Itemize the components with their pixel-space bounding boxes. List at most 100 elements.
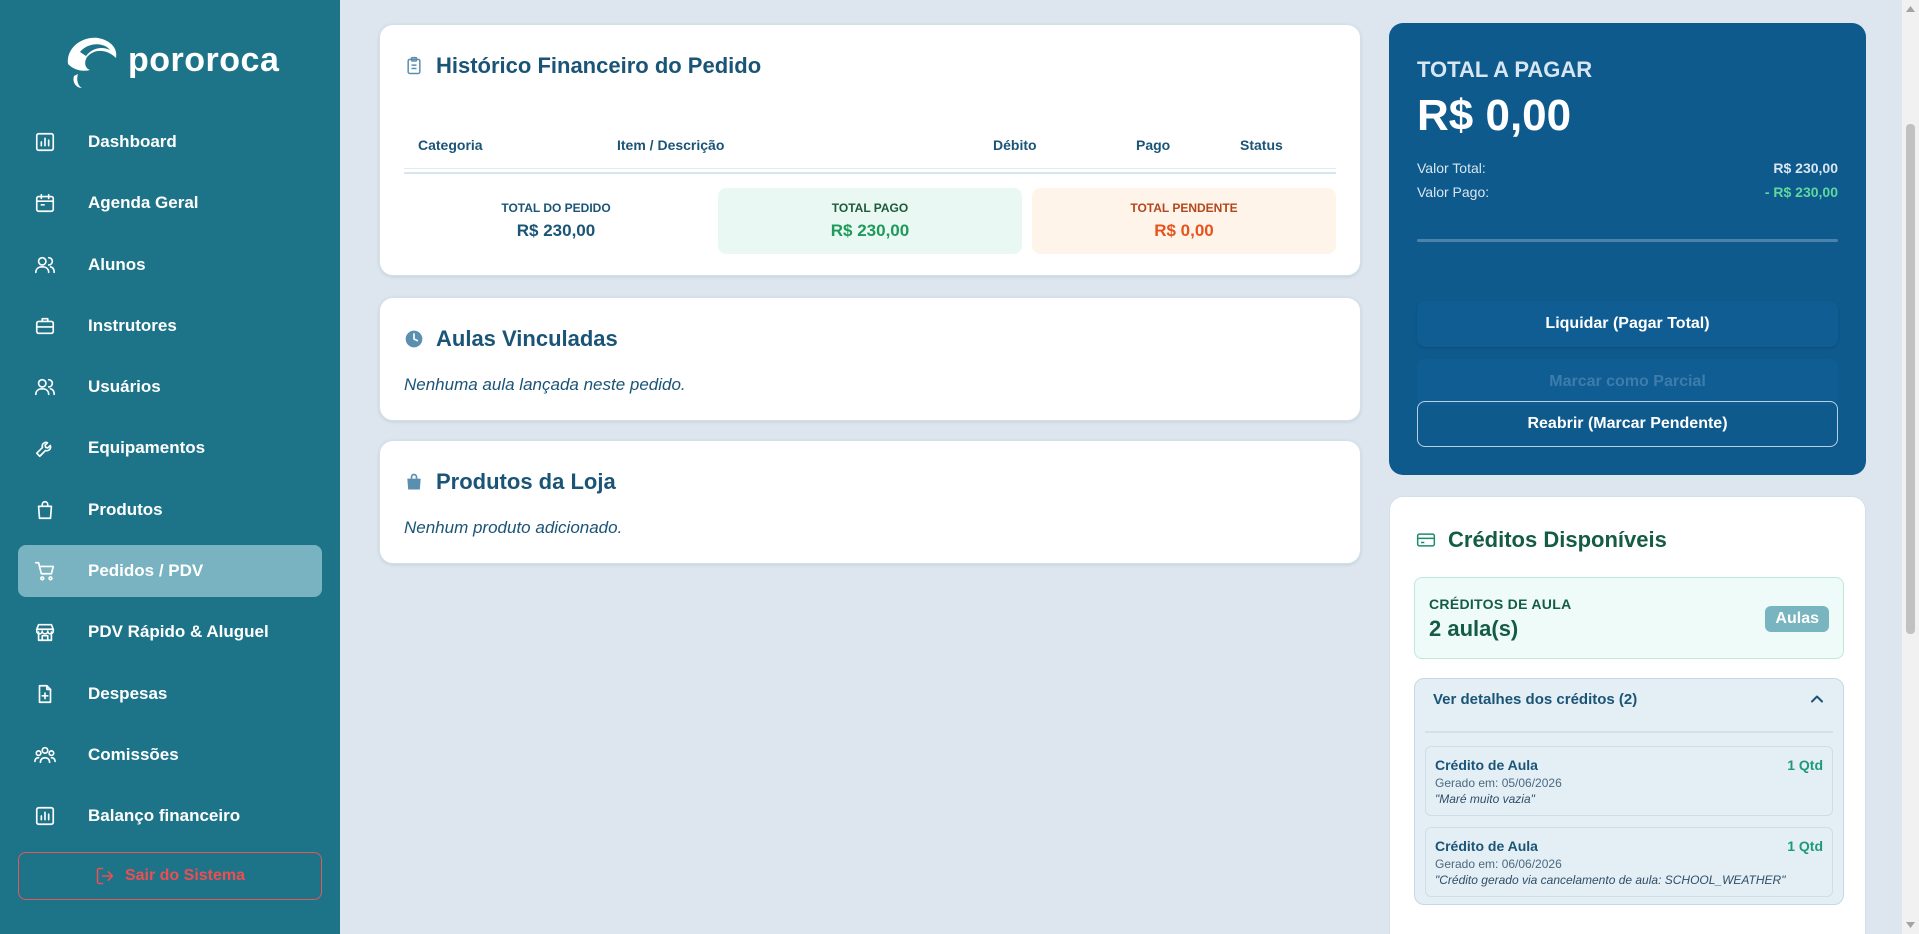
store-products-header: Produtos da Loja [404,469,616,495]
total-order-box: TOTAL DO PEDIDO R$ 230,00 [404,188,708,254]
total-value: R$ 230,00 [1773,160,1838,176]
divider [1425,731,1833,733]
divider [404,172,1336,174]
credit-item-qty: 1 Qtd [1787,757,1823,773]
column-header-item[interactable]: Item / Descrição [617,137,724,153]
file-plus-icon [32,681,58,707]
store-products-title: Produtos da Loja [436,469,616,494]
sidebar-item-despesas[interactable]: Despesas [18,668,322,720]
total-value-label: Valor Total: [1417,160,1486,176]
total-pending-box: TOTAL PENDENTE R$ 0,00 [1032,188,1336,254]
class-credits-summary: CRÉDITOS DE AULA 2 aula(s) Aulas [1414,577,1844,659]
cart-icon [32,558,58,584]
sidebar-item-balanco[interactable]: Balanço financeiro [18,790,322,842]
scroll-down-arrow-icon[interactable] [1905,920,1916,930]
credit-item: Crédito de Aula 1 Qtd Gerado em: 06/06/2… [1425,827,1833,897]
group-icon [32,742,58,768]
sidebar-item-label: Equipamentos [88,438,206,458]
class-credits-badge: Aulas [1765,606,1829,632]
chevron-up-icon[interactable] [1807,689,1827,709]
reopen-button[interactable]: Reabrir (Marcar Pendente) [1417,401,1838,447]
sidebar-item-comissoes[interactable]: Comissões [18,729,322,781]
credit-item-note: "Crédito gerado via cancelamento de aula… [1435,873,1786,887]
sidebar-item-label: Instrutores [88,315,177,335]
divider [1417,239,1838,242]
clock-icon [405,330,423,348]
sidebar-item-label: Usuários [88,377,161,397]
column-header-status[interactable]: Status [1240,137,1283,153]
logout-button[interactable]: Sair do Sistema [18,852,322,900]
available-credits-card: Créditos Disponíveis CRÉDITOS DE AULA 2 … [1389,496,1866,934]
total-paid-box: TOTAL PAGO R$ 230,00 [718,188,1022,254]
paid-value-label: Valor Pago: [1417,184,1490,200]
sidebar-item-produtos[interactable]: Produtos [18,484,322,536]
credit-item: Crédito de Aula 1 Qtd Gerado em: 05/06/2… [1425,746,1833,816]
sidebar-item-alunos[interactable]: Alunos [18,239,322,291]
payment-panel: TOTAL A PAGAR R$ 0,00 Valor Total: R$ 23… [1389,23,1866,475]
total-order-label: TOTAL DO PEDIDO [501,201,611,215]
credit-details-panel: Ver detalhes dos créditos (2) Crédito de… [1414,678,1844,905]
linked-classes-empty: Nenhuma aula lançada neste pedido. [404,375,686,394]
credit-details-toggle[interactable]: Ver detalhes dos créditos (2) [1433,691,1637,708]
sidebar-item-label: Comissões [88,744,179,764]
financial-history-title: Histórico Financeiro do Pedido [436,53,762,78]
total-order-value: R$ 230,00 [516,221,596,240]
sidebar-item-label: Balanço financeiro [88,806,241,826]
credit-item-date: Gerado em: 05/06/2026 [1435,776,1562,790]
sidebar-item-label: Agenda Geral [88,193,199,213]
sidebar-item-label: Alunos [88,254,146,274]
class-credits-label: CRÉDITOS DE AULA [1429,596,1572,612]
page-scrollbar[interactable] [1902,0,1919,934]
column-header-debito[interactable]: Débito [993,137,1037,153]
brand-logo[interactable]: pororoca [60,30,279,90]
class-credits-value: 2 aula(s) [1429,616,1519,641]
sidebar-item-label: Pedidos / PDV [88,561,204,581]
totals-row: TOTAL DO PEDIDO R$ 230,00 TOTAL PAGO R$ … [404,188,1336,254]
linked-classes-card: Aulas Vinculadas Nenhuma aula lançada ne… [379,297,1361,421]
credit-item-note: "Maré muito vazia" [1435,792,1535,806]
sidebar-item-instrutores[interactable]: Instrutores [18,300,322,352]
paid-value-row: Valor Pago: - R$ 230,00 [1417,184,1838,200]
store-products-card: Produtos da Loja Nenhum produto adiciona… [379,440,1361,564]
sidebar-item-usuarios[interactable]: Usuários [18,361,322,413]
total-pending-value: R$ 0,00 [1154,221,1214,240]
logout-icon [96,867,114,885]
chart-bars-icon [32,129,58,155]
store-products-empty: Nenhum produto adicionado. [404,518,623,537]
credit-item-name: Crédito de Aula [1435,757,1538,773]
total-pending-label: TOTAL PENDENTE [1130,201,1238,215]
column-header-pago[interactable]: Pago [1136,137,1170,153]
linked-classes-title: Aulas Vinculadas [436,326,618,351]
sidebar-item-dashboard[interactable]: Dashboard [18,116,322,168]
shopping-bag-icon [407,473,421,490]
sidebar-item-label: Despesas [88,683,168,703]
sidebar-item-pdv-rapido[interactable]: PDV Rápido & Aluguel [18,606,322,658]
calendar-icon [32,190,58,216]
total-paid-label: TOTAL PAGO [831,201,909,215]
wave-logo-icon [67,37,117,88]
available-credits-header: Créditos Disponíveis [1416,527,1667,553]
available-credits-title: Créditos Disponíveis [1448,527,1667,552]
sidebar-item-equipamentos[interactable]: Equipamentos [18,422,322,474]
settle-button[interactable]: Liquidar (Pagar Total) [1417,301,1838,347]
credit-item-name: Crédito de Aula [1435,838,1538,854]
column-header-categoria[interactable]: Categoria [418,137,483,153]
mark-partial-button[interactable]: Marcar como Parcial [1417,359,1838,405]
total-paid-value: R$ 230,00 [830,221,910,240]
users-icon [32,252,58,278]
credit-card-icon [1416,533,1436,547]
chart-bars-icon [32,803,58,829]
scrollbar-thumb[interactable] [1906,124,1915,634]
store-icon [32,619,58,645]
sidebar-item-pedidos-pdv[interactable]: Pedidos / PDV [18,545,322,598]
users-icon [32,374,58,400]
sidebar-item-label: PDV Rápido & Aluguel [88,622,269,642]
sidebar-item-label: Dashboard [88,132,177,151]
amount-due-title: TOTAL A PAGAR [1417,57,1593,82]
linked-classes-header: Aulas Vinculadas [404,326,618,352]
wrench-icon [32,435,58,461]
briefcase-icon [32,313,58,339]
sidebar-item-agenda-geral[interactable]: Agenda Geral [18,177,322,229]
scroll-up-arrow-icon[interactable] [1905,4,1916,14]
financial-history-card: Histórico Financeiro do Pedido Categoria… [379,24,1361,276]
